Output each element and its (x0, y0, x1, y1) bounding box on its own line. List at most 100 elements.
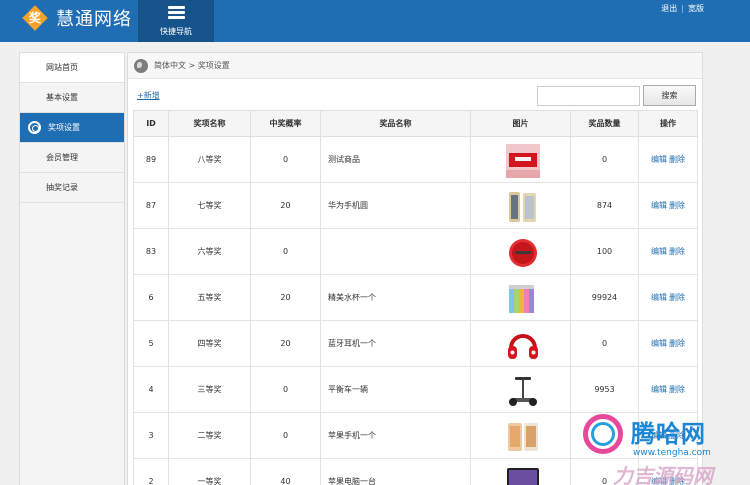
edit-link[interactable]: 编辑 (651, 339, 667, 348)
sidebar-item-prize-settings[interactable]: 奖项设置 (20, 113, 124, 143)
table-header-row: ID 奖项名称 中奖概率 奖品名称 图片 奖品数量 操作 (133, 110, 698, 137)
sidebar-item-home[interactable]: 网站首页 (20, 53, 124, 83)
iphone-image (506, 420, 538, 452)
cell-prob: 0 (250, 366, 321, 413)
col-header-qty[interactable]: 奖品数量 (570, 110, 639, 137)
cell-prize: 华为手机圆 (320, 182, 471, 229)
col-header-prize[interactable]: 奖品名称 (320, 110, 471, 137)
edit-link[interactable]: 编辑 (651, 247, 667, 256)
phone-image (506, 190, 536, 222)
watermark-title: 腾哈网 (631, 420, 706, 448)
cell-prob: 20 (250, 274, 321, 321)
cell-image (470, 320, 571, 367)
breadcrumb: 简体中文 > 奖项设置 (128, 53, 702, 79)
cell-ops: 编辑 删除 (638, 320, 698, 367)
table-row: 4 三等奖 0 平衡车一辆 9953 编辑 删除 (133, 366, 698, 413)
cell-level: 八等奖 (168, 136, 251, 183)
top-header: 奖 慧通网络 快捷导航 退出 | 宽版 (0, 0, 750, 42)
watermark-subtitle: 力吉源码网 (613, 464, 713, 485)
table-row: 87 七等奖 20 华为手机圆 874 编辑 删除 (133, 182, 698, 229)
delete-link[interactable]: 删除 (669, 247, 685, 256)
cell-image (470, 366, 571, 413)
logout-link[interactable]: 退出 (661, 4, 677, 13)
col-header-ops: 操作 (638, 110, 698, 137)
menu-icon (168, 6, 185, 19)
watermark: 腾哈网 www.tengha.com 力吉源码网 (581, 410, 741, 485)
delete-link[interactable]: 删除 (669, 201, 685, 210)
edit-link[interactable]: 编辑 (651, 155, 667, 164)
globe-icon (134, 59, 148, 73)
top-links: 退出 | 宽版 (661, 4, 704, 13)
cell-prize: 苹果电脑一台 (320, 458, 471, 485)
cell-prob: 40 (250, 458, 321, 485)
edit-link[interactable]: 编辑 (651, 201, 667, 210)
col-header-level[interactable]: 奖项名称 (168, 110, 251, 137)
cell-ops: 编辑 删除 (638, 366, 698, 413)
cell-prob: 0 (250, 412, 321, 459)
table-row: 89 八等奖 0 测试商品 0 编辑 删除 (133, 136, 698, 183)
delete-link[interactable]: 删除 (669, 339, 685, 348)
cell-id: 5 (133, 320, 169, 367)
col-header-prob[interactable]: 中奖概率 (250, 110, 321, 137)
cell-image (470, 412, 571, 459)
imac-image (506, 466, 539, 485)
cell-prob: 0 (250, 228, 321, 275)
cell-prize: 苹果手机一个 (320, 412, 471, 459)
logo[interactable]: 奖 慧通网络 (22, 5, 132, 31)
cell-qty: 0 (570, 136, 639, 183)
sidebar: 网站首页 基本设置 奖项设置 会员管理 抽奖记录 (19, 52, 125, 485)
delete-link[interactable]: 删除 (669, 385, 685, 394)
cell-ops: 编辑 删除 (638, 136, 698, 183)
cell-id: 87 (133, 182, 169, 229)
gear-icon (28, 121, 41, 134)
headphones-image (506, 328, 538, 360)
cell-level: 五等奖 (168, 274, 251, 321)
cell-qty: 99924 (570, 274, 639, 321)
edit-link[interactable]: 编辑 (651, 385, 667, 394)
cell-prob: 0 (250, 136, 321, 183)
cell-prize: 精美水杯一个 (320, 274, 471, 321)
cell-qty: 100 (570, 228, 639, 275)
wide-layout-link[interactable]: 宽版 (688, 4, 704, 13)
quick-nav-label: 快捷导航 (160, 27, 192, 36)
cell-prize: 测试商品 (320, 136, 471, 183)
balance-scooter-image (506, 374, 537, 406)
watermark-url: www.tengha.com (633, 448, 711, 458)
cell-level: 一等奖 (168, 458, 251, 485)
cell-level: 六等奖 (168, 228, 251, 275)
cell-prob: 20 (250, 182, 321, 229)
cell-image (470, 182, 571, 229)
cell-id: 83 (133, 228, 169, 275)
col-header-id[interactable]: ID (133, 110, 169, 137)
cell-qty: 0 (570, 320, 639, 367)
cell-image (470, 274, 571, 321)
search-button[interactable]: 搜索 (643, 85, 696, 106)
delete-link[interactable]: 删除 (669, 155, 685, 164)
quick-nav-button[interactable]: 快捷导航 (138, 0, 214, 42)
cell-level: 四等奖 (168, 320, 251, 367)
search-input[interactable] (537, 86, 640, 106)
cell-ops: 编辑 删除 (638, 182, 698, 229)
cell-level: 三等奖 (168, 366, 251, 413)
table-row: 6 五等奖 20 精美水杯一个 99924 编辑 删除 (133, 274, 698, 321)
cell-id: 89 (133, 136, 169, 183)
cell-id: 6 (133, 274, 169, 321)
logo-text: 慧通网络 (56, 9, 132, 30)
delete-link[interactable]: 删除 (669, 293, 685, 302)
cell-ops: 编辑 删除 (638, 228, 698, 275)
add-new-link[interactable]: +新增 (137, 90, 160, 101)
edit-link[interactable]: 编辑 (651, 293, 667, 302)
cell-image (470, 228, 571, 275)
cell-image (470, 136, 571, 183)
cell-prize: 平衡车一辆 (320, 366, 471, 413)
cell-id: 2 (133, 458, 169, 485)
cell-level: 七等奖 (168, 182, 251, 229)
cell-image (470, 458, 571, 485)
sidebar-item-members[interactable]: 会员管理 (20, 143, 124, 173)
logo-badge: 奖 (22, 5, 48, 31)
cell-qty: 9953 (570, 366, 639, 413)
sidebar-item-basic-settings[interactable]: 基本设置 (20, 83, 124, 113)
cell-prize (320, 228, 471, 275)
sidebar-item-draw-records[interactable]: 抽奖记录 (20, 173, 124, 203)
cell-level: 二等奖 (168, 412, 251, 459)
